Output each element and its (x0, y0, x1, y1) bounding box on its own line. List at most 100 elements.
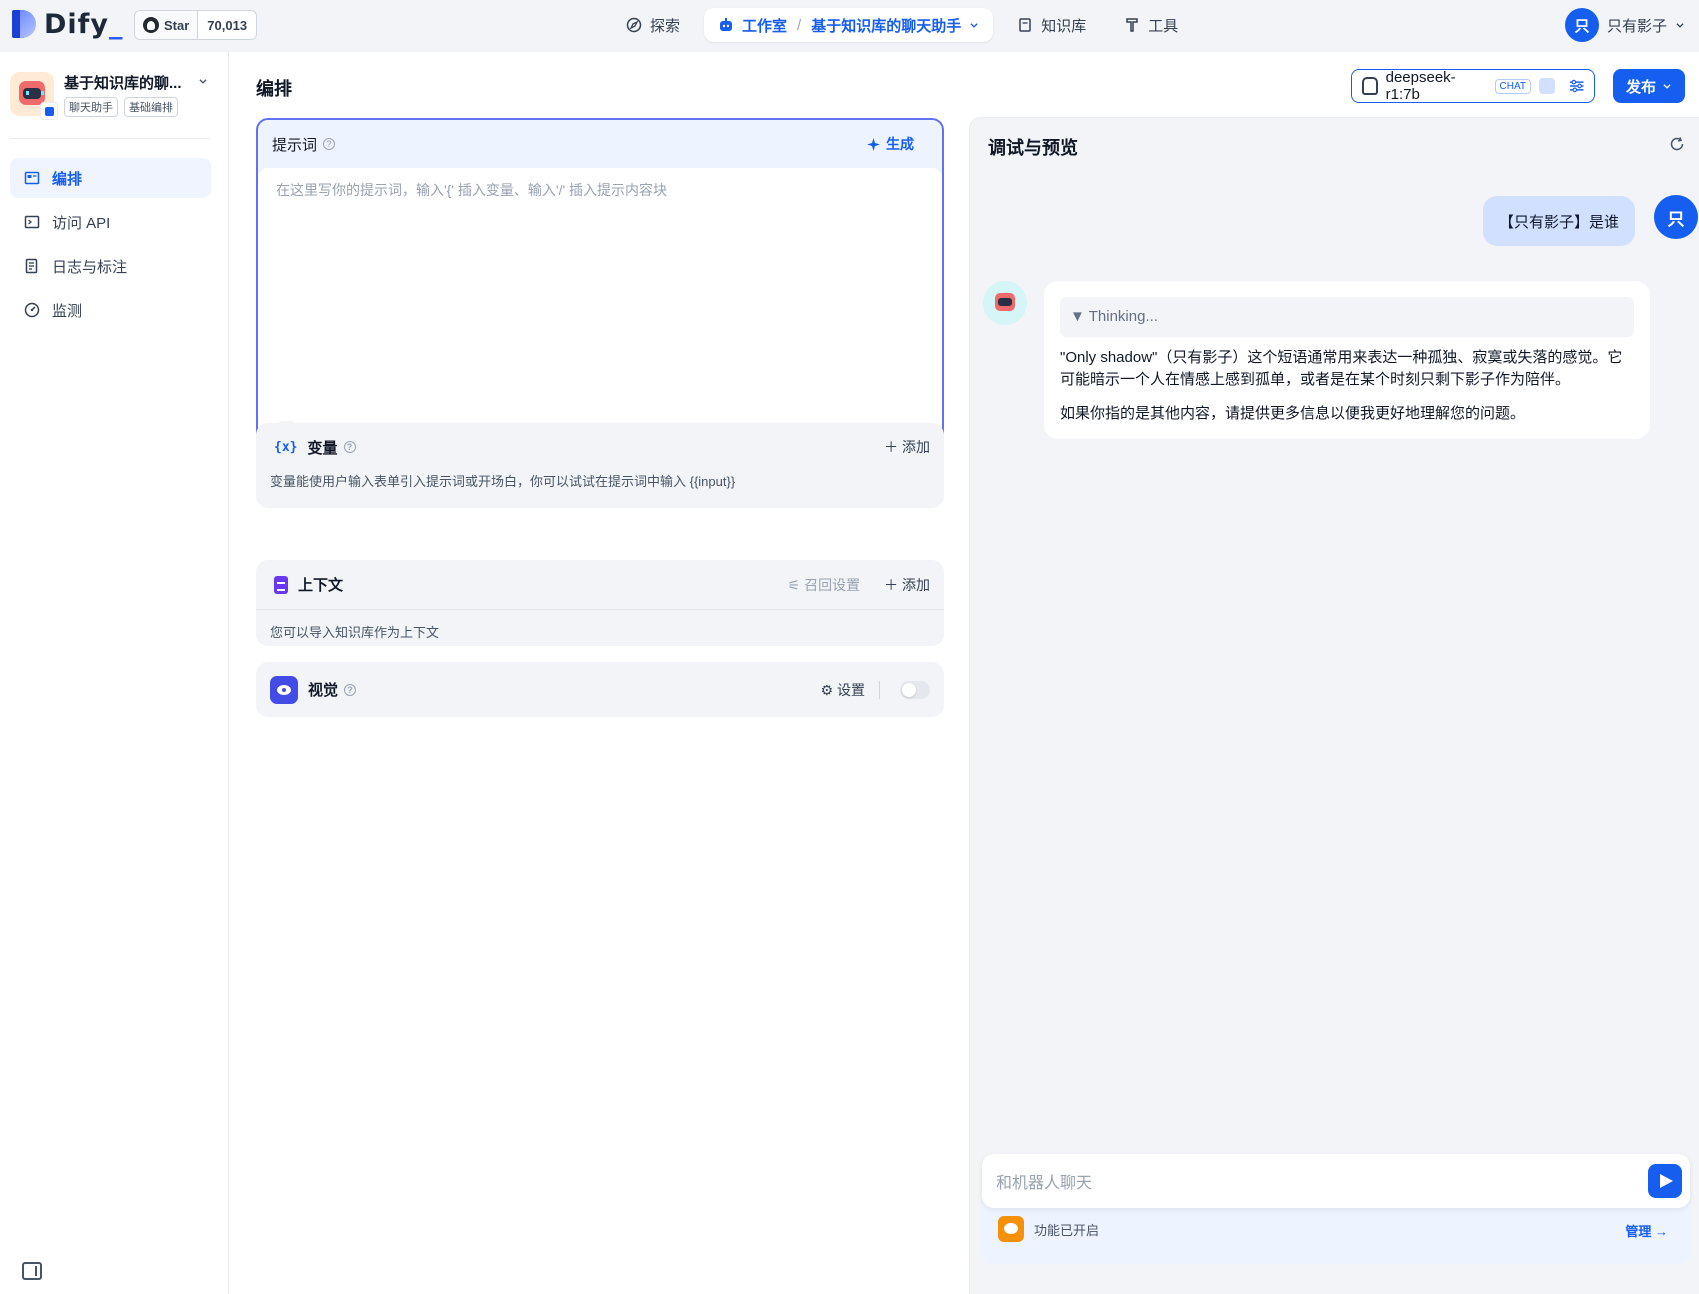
bot-message: ▼ Thinking... "Only shadow"（只有影子）这个短语通常用… (1044, 281, 1650, 439)
context-panel: 上下文 ⚟ 召回设置 ＋ 添加 您可以导入知识库作为上下文 (256, 560, 944, 646)
sidebar-item-label: 编排 (52, 170, 83, 188)
user-message: 【只有影子】是谁 (1482, 196, 1635, 246)
variables-description: 变量能使用户输入表单引入提示词或开场白，你可以试试在提示词中输入 {{input… (270, 474, 736, 489)
robot-icon (19, 81, 45, 105)
sparkle-icon (867, 137, 880, 151)
generate-button[interactable]: 生成 (867, 134, 914, 154)
nav-knowledge-label: 知识库 (1041, 17, 1087, 35)
variable-icon: {x} (274, 439, 298, 455)
github-icon (143, 17, 159, 33)
chevron-down-icon[interactable] (198, 76, 208, 86)
sidebar-collapse-icon[interactable] (22, 1262, 42, 1280)
app-info-card[interactable]: 基于知识库的聊... 聊天助手 基础编排 (10, 72, 194, 120)
refresh-icon[interactable] (1669, 136, 1685, 152)
github-star-button[interactable]: Star 70,013 (134, 10, 258, 40)
generate-label: 生成 (886, 136, 914, 152)
add-variable-button[interactable]: ＋ 添加 (884, 437, 930, 457)
nav-tools-label: 工具 (1148, 17, 1179, 35)
user-avatar: 只 (1564, 8, 1599, 42)
nav-explore-label: 探索 (650, 17, 681, 35)
variables-panel: {x} 变量 ? ＋ 添加 变量能使用户输入表单引入提示词或开场白，你可以试试在… (256, 423, 944, 508)
context-description: 您可以导入知识库作为上下文 (270, 625, 440, 640)
chevron-down-icon (1663, 84, 1671, 89)
features-bar: 功能已开启 (998, 1216, 1099, 1242)
bot-avatar (983, 281, 1027, 325)
current-app-switcher[interactable]: 基于知识库的聊天助手 (811, 15, 961, 36)
prompt-editor-panel: 提示词 ? 生成 在这里写你的提示词，输入'{' 插入变量、输入'/' 插入提示… (256, 118, 944, 450)
sidebar-item-label: 日志与标注 (52, 258, 128, 276)
model-provider-icon (1362, 77, 1378, 95)
sidebar-item-api[interactable]: 访问 API (10, 202, 211, 242)
send-icon[interactable] (1648, 1164, 1682, 1198)
dify-logo-mark (10, 8, 38, 40)
github-star-count: 70,013 (207, 17, 248, 33)
app-icon (10, 72, 58, 120)
features-label: 功能已开启 (1034, 1222, 1100, 1238)
nav-tools[interactable]: 工具 (1110, 8, 1192, 42)
app-type-tag: 聊天助手 (64, 97, 118, 117)
user-menu[interactable]: 只 只有影子 (1564, 8, 1685, 42)
prompt-placeholder: 在这里写你的提示词，输入'{' 插入变量、输入'/' 插入提示内容块 (276, 182, 668, 198)
document-icon (274, 575, 288, 594)
layout-icon (24, 171, 40, 185)
user-name: 只有影子 (1606, 17, 1667, 35)
divider (879, 680, 880, 699)
github-star-label: Star (164, 17, 190, 33)
manage-features-link[interactable]: 管理 → (1625, 1221, 1668, 1240)
user-avatar: 只 (1654, 195, 1698, 239)
nav-studio-label: 工作室 (742, 17, 788, 35)
nav-studio[interactable]: 工作室 / 基于知识库的聊天助手 (704, 8, 994, 42)
help-icon[interactable]: ? (323, 138, 336, 150)
logo-text: Dify (44, 8, 110, 40)
prompt-input[interactable]: 在这里写你的提示词，输入'{' 插入变量、输入'/' 插入提示内容块 (258, 168, 942, 448)
chat-assistant-badge-icon (40, 102, 58, 120)
chevron-down-icon (970, 23, 978, 28)
sidebar-item-label: 访问 API (52, 214, 111, 232)
chat-input[interactable]: 和机器人聊天 (982, 1154, 1690, 1208)
sidebar-item-label: 监测 (52, 302, 83, 320)
prompt-title: 提示词 (272, 136, 318, 154)
sidebar-divider (10, 138, 210, 139)
page-title: 编排 (256, 79, 292, 99)
add-context-button[interactable]: ＋ 添加 (884, 575, 930, 595)
app-name: 基于知识库的聊... (64, 75, 182, 92)
robot-icon (720, 18, 733, 31)
model-selector[interactable]: deepseek-r1:7b CHAT (1351, 69, 1595, 103)
nav-knowledge[interactable]: 知识库 (1003, 8, 1100, 42)
variables-title: 变量 (307, 439, 338, 457)
recall-settings-button[interactable]: ⚟ 召回设置 (788, 575, 860, 595)
sidebar-item-orchestrate[interactable]: 编排 (10, 158, 211, 198)
main-nav: 探索 工作室 / 基于知识库的聊天助手 知识库 工具 (612, 8, 1192, 42)
chevron-down-icon (1676, 23, 1684, 28)
app-mode-tag: 基础编排 (124, 97, 178, 117)
nav-explore[interactable]: 探索 (612, 8, 694, 42)
eye-icon (270, 675, 298, 704)
context-title: 上下文 (298, 577, 344, 594)
settings-sliders-icon[interactable] (1569, 79, 1584, 93)
chat-input-placeholder: 和机器人聊天 (996, 1175, 1093, 1192)
answer-paragraph: "Only shadow"（只有影子）这个短语通常用来表达一种孤独、寂寞或失落的… (1060, 349, 1623, 388)
help-icon[interactable]: ? (344, 683, 357, 696)
debug-title: 调试与预览 (988, 138, 1078, 158)
hammer-icon (1126, 18, 1138, 32)
debug-preview-panel: 调试与预览 【只有影子】是谁 只 ▼ Thinking... "Only sha… (969, 117, 1699, 1294)
book-icon (1019, 18, 1031, 32)
vision-settings-button[interactable]: ⚙ 设置 (821, 680, 865, 700)
answer-paragraph: 如果你指的是其他内容，请提供更多信息以便我更好地理解您的问题。 (1060, 405, 1526, 422)
vision-panel: 视觉 ? ⚙ 设置 (256, 662, 944, 717)
vision-toggle[interactable] (900, 680, 930, 699)
top-navigation: Dify_ Star 70,013 探索 工作室 / 基于知识库的聊天助手 知识… (0, 0, 1699, 52)
sidebar-item-logs[interactable]: 日志与标注 (10, 246, 211, 286)
vision-capability-icon (1539, 78, 1555, 94)
chat-input-area: 和机器人聊天 功能已开启 管理 → (982, 1154, 1690, 1264)
file-list-icon (25, 258, 38, 274)
sidebar: 基于知识库的聊... 聊天助手 基础编排 编排 访问 API 日志与标注 监测 (0, 52, 229, 1294)
vision-title: 视觉 (308, 682, 339, 699)
sidebar-menu: 编排 访问 API 日志与标注 监测 (10, 158, 211, 334)
publish-button[interactable]: 发布 (1613, 69, 1685, 103)
thinking-toggle[interactable]: ▼ Thinking... (1060, 297, 1634, 337)
help-icon[interactable]: ? (343, 441, 356, 453)
sidebar-item-monitor[interactable]: 监测 (10, 290, 211, 330)
dify-logo[interactable]: Dify_ (10, 8, 124, 40)
model-mode-badge: CHAT (1494, 78, 1532, 94)
